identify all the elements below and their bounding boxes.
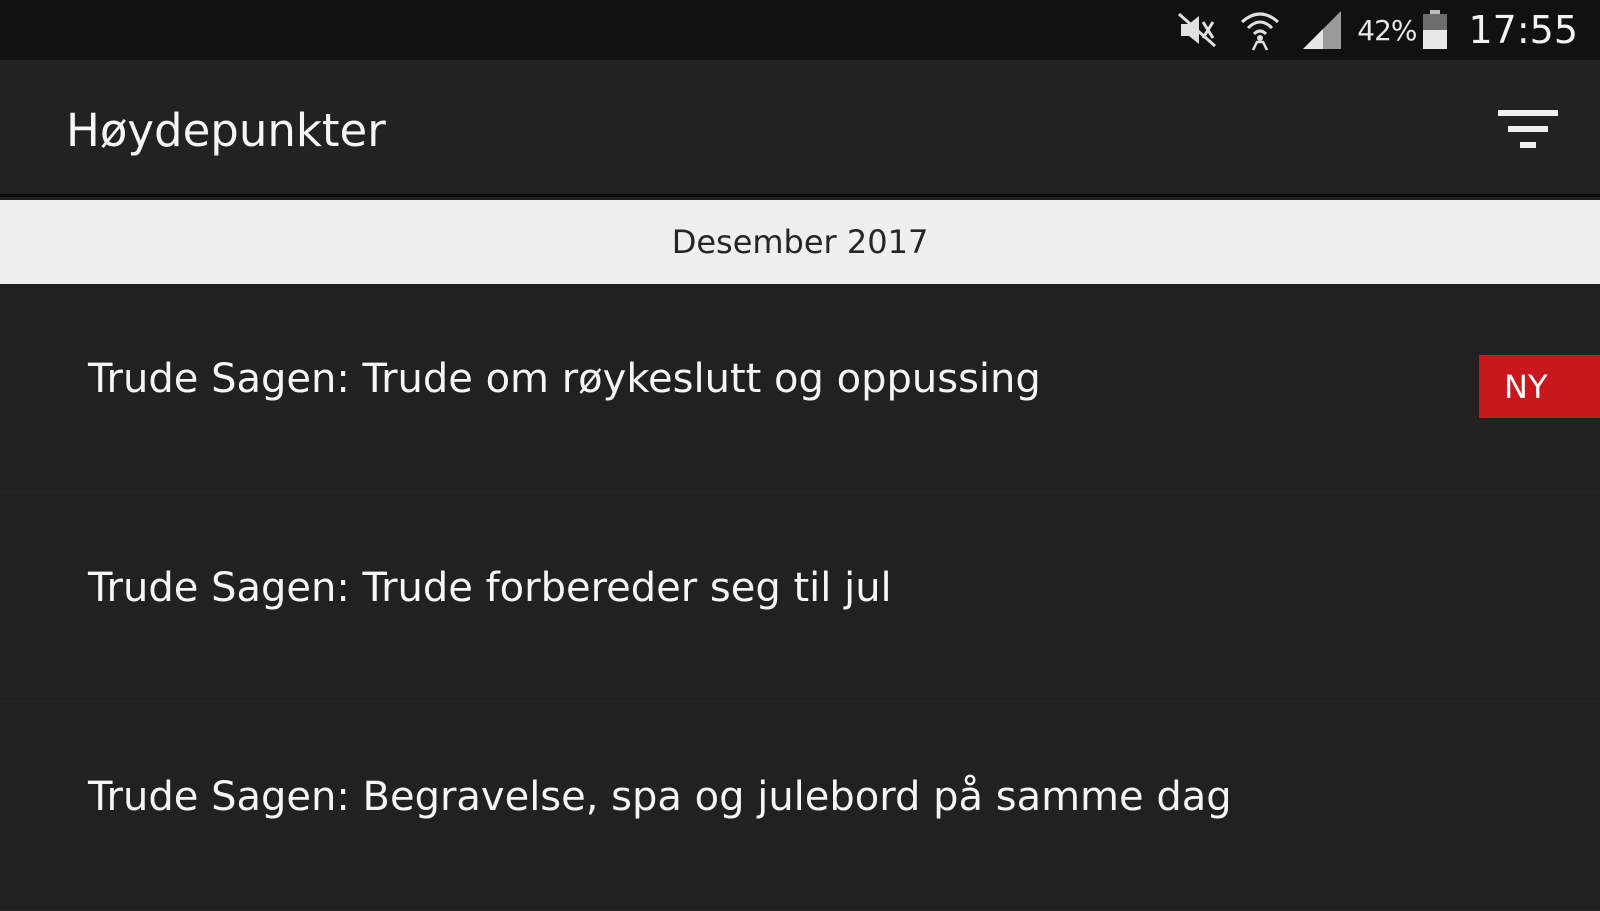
new-badge: NY: [1479, 355, 1600, 418]
filter-button[interactable]: [1496, 104, 1560, 156]
filter-icon: [1498, 110, 1558, 148]
section-header: Desember 2017: [0, 200, 1600, 284]
app-bar: Høydepunkter: [0, 60, 1600, 197]
wifi-icon: [1239, 8, 1281, 52]
status-icons: 42% 17:55: [1155, 0, 1578, 60]
section-header-label: Desember 2017: [671, 223, 929, 261]
list-item-title: Trude Sagen: Trude om røykeslutt og oppu…: [88, 356, 1041, 402]
list-item-title: Trude Sagen: Begravelse, spa og julebord…: [88, 774, 1232, 820]
list-item[interactable]: Trude Sagen: Begravelse, spa og julebord…: [0, 702, 1600, 911]
mute-icon: [1175, 10, 1219, 50]
battery-icon: [1422, 10, 1448, 50]
page-title: Høydepunkter: [66, 104, 386, 157]
list-item[interactable]: Trude Sagen: Trude om røykeslutt og oppu…: [0, 284, 1600, 493]
signal-icon: [1301, 9, 1343, 51]
list-item[interactable]: Trude Sagen: Trude forbereder seg til ju…: [0, 493, 1600, 702]
battery-percent: 42%: [1357, 13, 1417, 47]
status-bar: 42% 17:55: [0, 0, 1600, 60]
clock: 17:55: [1468, 8, 1578, 52]
highlights-list: Trude Sagen: Trude om røykeslutt og oppu…: [0, 284, 1600, 911]
list-item-title: Trude Sagen: Trude forbereder seg til ju…: [88, 565, 892, 611]
